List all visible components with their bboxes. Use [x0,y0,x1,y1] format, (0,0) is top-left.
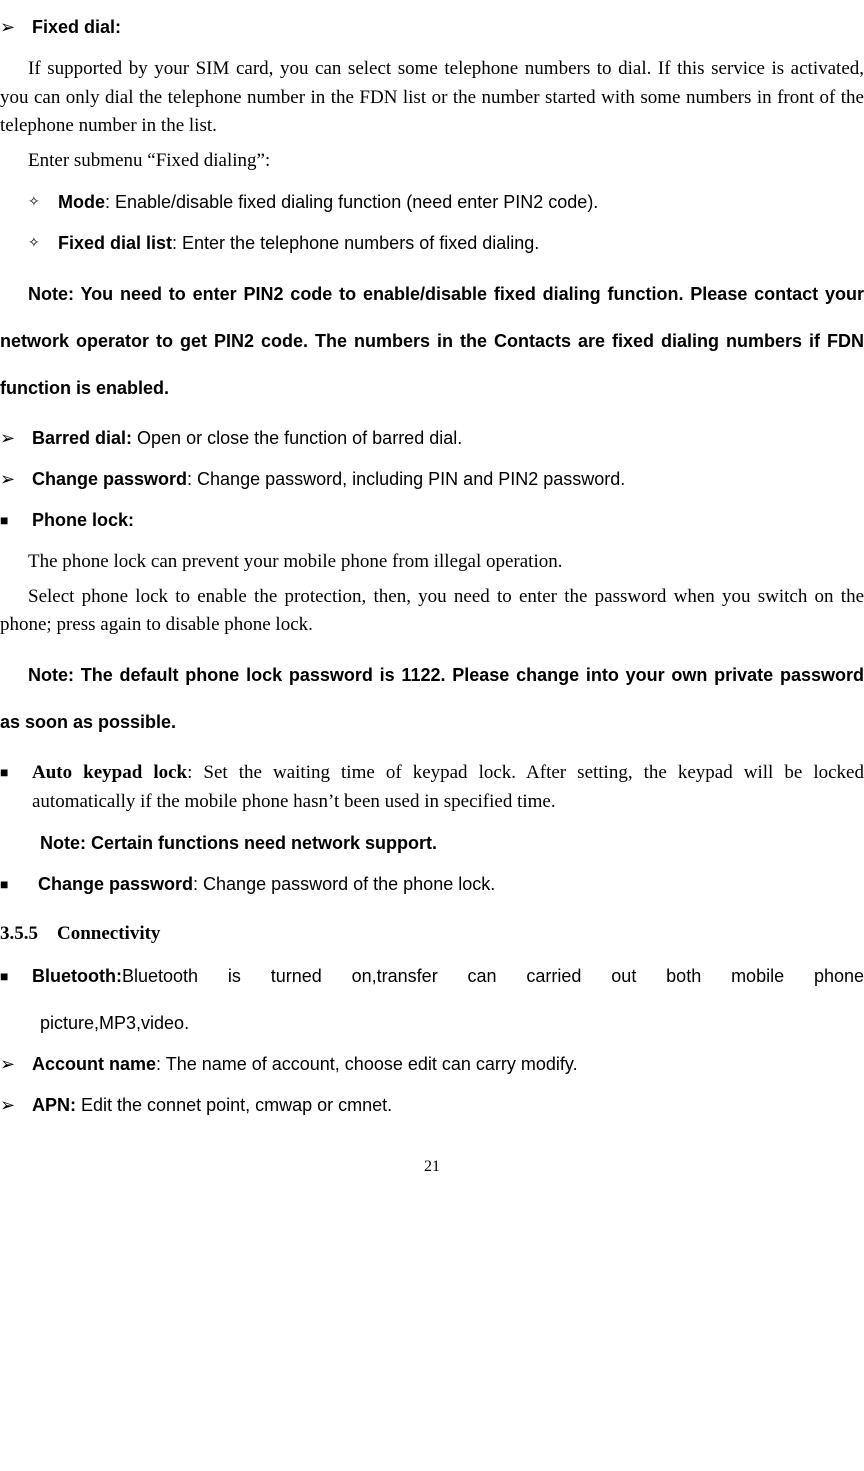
account-name-text: : The name of account, choose edit can c… [156,1054,578,1074]
fixed-dial-heading: ➢ Fixed dial: [0,14,864,41]
bluetooth-line2: picture,MP3,video. [0,1010,864,1037]
barred-dial-item: ➢ Barred dial: Open or close the functio… [0,425,864,452]
auto-keypad-item: ■ Auto keypad lock: Set the waiting time… [0,759,864,816]
auto-keypad-label: Auto keypad lock [32,762,187,783]
fixed-dial-list-line: Fixed dial list: Enter the telephone num… [58,230,864,257]
barred-dial-line: Barred dial: Open or close the function … [32,425,864,452]
mode-text: : Enable/disable fixed dialing function … [105,192,598,212]
diamond-icon: ✧ [28,192,46,213]
arrow-icon: ➢ [0,1092,20,1119]
diamond-icon: ✧ [28,233,46,254]
phone-lock-note: Note: The default phone lock password is… [0,652,864,746]
change-password2-text: : Change password of the phone lock. [193,874,495,894]
fixed-dial-p2: Enter submenu “Fixed dialing”: [0,147,864,176]
bluetooth-line1: Bluetooth:Bluetooth is turned on,transfe… [32,963,864,990]
square-icon: ■ [0,875,18,896]
fixed-dial-list-label: Fixed dial list [58,233,172,253]
change-password-item: ➢ Change password: Change password, incl… [0,466,864,493]
page-number: 21 [0,1155,864,1179]
fixed-dial-p2-pre: Enter submenu [28,150,147,171]
fixed-dial-title: Fixed dial: [32,14,121,41]
phone-lock-title: Phone lock: [32,507,134,534]
bluetooth-label: Bluetooth: [32,966,122,986]
change-password2-label: Change password [38,874,193,894]
arrow-icon: ➢ [0,14,20,41]
change-password2-line: Change password: Change password of the … [38,871,864,898]
section-355-heading: 3.5.5 Connectivity [0,920,864,949]
square-icon: ■ [0,967,18,988]
account-name-item: ➢ Account name: The name of account, cho… [0,1051,864,1078]
change-password2-item: ■ Change password: Change password of th… [0,871,864,898]
change-password-line: Change password: Change password, includ… [32,466,864,493]
barred-dial-label: Barred dial: [32,428,132,448]
square-icon: ■ [0,763,18,784]
barred-dial-text: Open or close the function of barred dia… [132,428,462,448]
auto-keypad-note: Note: Certain functions need network sup… [40,830,864,857]
square-icon: ■ [0,511,18,532]
apn-line: APN: Edit the connet point, cmwap or cmn… [32,1092,864,1119]
account-name-line: Account name: The name of account, choos… [32,1051,864,1078]
arrow-icon: ➢ [0,466,20,493]
fixed-dial-p2-quoted: “Fixed dialing” [147,150,265,171]
phone-lock-p2: Select phone lock to enable the protecti… [0,583,864,640]
fixed-dial-note: Note: You need to enter PIN2 code to ena… [0,271,864,411]
bluetooth-text1: Bluetooth is turned on,transfer can carr… [122,966,864,986]
arrow-icon: ➢ [0,425,20,452]
apn-label: APN: [32,1095,76,1115]
phone-lock-p1: The phone lock can prevent your mobile p… [0,548,864,577]
change-password-label: Change password [32,469,187,489]
auto-keypad-line: Auto keypad lock: Set the waiting time o… [32,759,864,816]
mode-label: Mode [58,192,105,212]
apn-item: ➢ APN: Edit the connet point, cmwap or c… [0,1092,864,1119]
change-password-text: : Change password, including PIN and PIN… [187,469,625,489]
mode-item: ✧ Mode: Enable/disable fixed dialing fun… [28,189,864,216]
apn-text: Edit the connet point, cmwap or cmnet. [76,1095,392,1115]
bluetooth-item: ■ Bluetooth:Bluetooth is turned on,trans… [0,963,864,1037]
phone-lock-heading: ■ Phone lock: [0,507,864,534]
fixed-dial-p2-post: : [265,150,270,171]
fixed-dial-list-item: ✧ Fixed dial list: Enter the telephone n… [28,230,864,257]
account-name-label: Account name [32,1054,156,1074]
mode-line: Mode: Enable/disable fixed dialing funct… [58,189,864,216]
fixed-dial-list-text: : Enter the telephone numbers of fixed d… [172,233,539,253]
fixed-dial-p1: If supported by your SIM card, you can s… [0,55,864,141]
arrow-icon: ➢ [0,1051,20,1078]
